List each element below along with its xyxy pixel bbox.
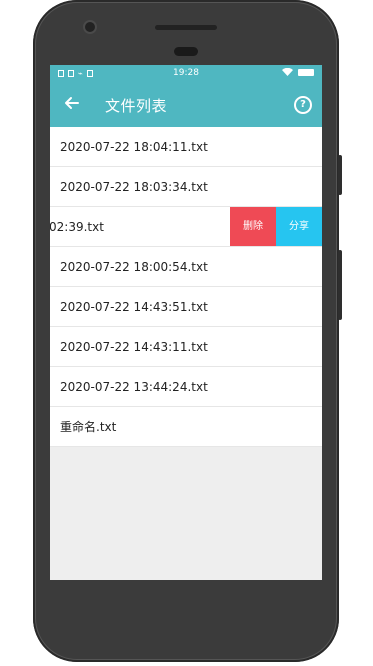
file-name: 2020-07-22 14:43:51.txt (60, 300, 208, 314)
file-name: 重命名.txt (60, 420, 117, 434)
file-row[interactable]: 2020-07-22 14:43:11.txt (50, 327, 322, 367)
phone-screen: ⌁ 19:28 文件列表 ? 2020-07-22 18:04:11.txt 2… (50, 65, 322, 580)
file-name: 2020-07-22 18:00:54.txt (60, 260, 208, 274)
delete-button[interactable]: 删除 (230, 207, 276, 246)
proximity-sensor (174, 47, 198, 56)
power-button (338, 155, 342, 195)
file-name: 02:39.txt (50, 220, 104, 234)
file-row[interactable]: 2020-07-22 13:44:24.txt (50, 367, 322, 407)
status-bar: ⌁ 19:28 (50, 65, 322, 82)
wifi-icon (282, 68, 293, 76)
earpiece-speaker (155, 25, 217, 30)
file-row[interactable]: 2020-07-22 14:43:51.txt (50, 287, 322, 327)
file-row-swiped[interactable]: 02:39.txt 删除 分享 (50, 207, 322, 247)
page-title: 文件列表 (105, 97, 168, 115)
file-list: 2020-07-22 18:04:11.txt 2020-07-22 18:03… (50, 127, 322, 447)
file-row[interactable]: 2020-07-22 18:04:11.txt (50, 127, 322, 167)
file-name: 2020-07-22 18:04:11.txt (60, 140, 208, 154)
battery-icon (298, 68, 314, 76)
volume-button (338, 250, 342, 320)
share-button[interactable]: 分享 (276, 207, 322, 246)
app-bar: 文件列表 ? (50, 82, 322, 127)
file-row[interactable]: 2020-07-22 18:00:54.txt (50, 247, 322, 287)
file-name: 2020-07-22 14:43:11.txt (60, 340, 208, 354)
arrow-left-icon[interactable] (62, 93, 82, 113)
file-row[interactable]: 2020-07-22 18:03:34.txt (50, 167, 322, 207)
file-name: 2020-07-22 18:03:34.txt (60, 180, 208, 194)
file-name: 2020-07-22 13:44:24.txt (60, 380, 208, 394)
front-camera (83, 20, 97, 34)
status-icons-right (282, 68, 314, 76)
file-row[interactable]: 重命名.txt (50, 407, 322, 447)
help-circle-icon[interactable]: ? (294, 96, 312, 114)
